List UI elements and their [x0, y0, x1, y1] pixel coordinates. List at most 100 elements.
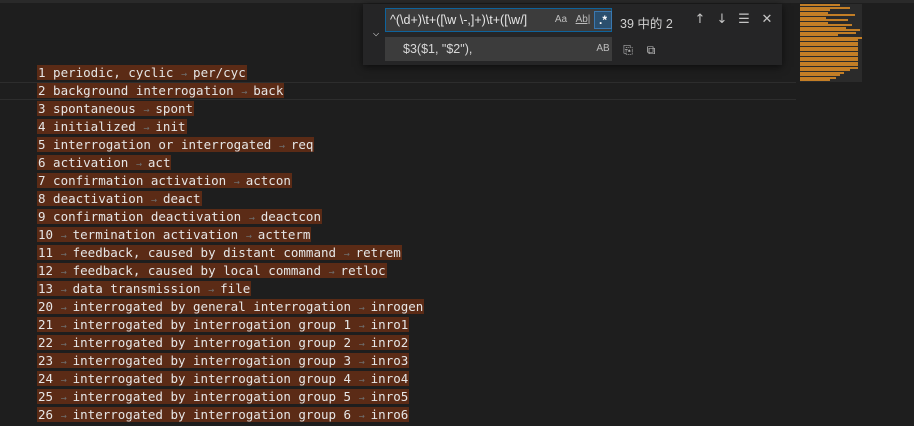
code-token: interrogated by interrogation group 2 [72, 335, 359, 350]
code-line[interactable]: 11 → feedback, caused by distant command… [37, 244, 424, 262]
code-line[interactable]: 20 → interrogated by general interrogati… [37, 298, 425, 316]
search-match-highlight: 7 confirmation activation → actcon [37, 173, 292, 188]
code-token: retloc [340, 263, 386, 278]
tab-arrow-icon: → [60, 267, 73, 278]
tab-arrow-icon: → [278, 141, 291, 152]
tab-arrow-icon: → [248, 213, 261, 224]
tab-arrow-icon: → [60, 303, 73, 314]
code-token: 7 confirmation activation [38, 173, 234, 188]
code-token: termination activation [72, 227, 246, 242]
match-case-toggle[interactable]: Aa [551, 12, 571, 28]
tab-arrow-icon: → [358, 357, 371, 368]
editor-text-area[interactable]: 1 periodic, cyclic → per/cyc 2 background… [0, 64, 797, 424]
tab-arrow-icon: → [343, 249, 356, 260]
code-line[interactable]: 23 → interrogated by interrogation group… [37, 352, 424, 370]
arrow-up-icon[interactable]: ↑ [691, 11, 709, 29]
code-token: 6 activation [38, 155, 136, 170]
line-number: 19 [0, 388, 16, 406]
code-line[interactable]: 8 deactivation → deact [37, 190, 424, 208]
line-number: 15 [0, 316, 16, 334]
search-match-highlight: 24 → interrogated by interrogation group… [37, 371, 410, 386]
search-match-highlight: 21 → interrogated by interrogation group… [37, 317, 410, 332]
code-line[interactable]: 9 confirmation deactivation → deactcon [37, 208, 424, 226]
code-line[interactable]: 26 → interrogated by interrogation group… [37, 406, 424, 424]
tab-arrow-icon: → [143, 105, 156, 116]
code-token: 3 spontaneous [38, 101, 144, 116]
tab-arrow-icon: → [143, 123, 156, 134]
line-number: 4 [0, 118, 16, 136]
arrow-down-icon[interactable]: ↓ [713, 11, 731, 29]
search-match-highlight: 12 → feedback, caused by local command →… [37, 263, 387, 278]
code-line[interactable]: 4 initialized → init [37, 118, 424, 136]
tab-arrow-icon: → [358, 339, 371, 350]
line-number: 12 [0, 262, 16, 280]
tab-arrow-icon: → [328, 267, 341, 278]
tab-arrow-icon: → [358, 393, 371, 404]
find-input[interactable]: ^(\d+)\t+([\w \-,]+)\t+([\w/] Aa Ab| .* [385, 8, 612, 32]
code-token: deactcon [260, 209, 321, 224]
code-line[interactable]: 21 → interrogated by interrogation group… [37, 316, 424, 334]
line-number: 17 [0, 352, 16, 370]
code-line[interactable]: 25 → interrogated by interrogation group… [37, 388, 424, 406]
code-token: interrogated by interrogation group 5 [72, 389, 359, 404]
search-match-highlight: 10 → termination activation → actterm [37, 227, 312, 242]
close-icon[interactable]: ✕ [758, 11, 776, 29]
code-token: 26 [38, 407, 61, 422]
line-number: 7 [0, 172, 16, 190]
line-number: 10 [0, 226, 16, 244]
code-line[interactable]: 10 → termination activation → actterm [37, 226, 424, 244]
code-line[interactable]: 2 background interrogation → back [0, 82, 797, 100]
code-token: 25 [38, 389, 61, 404]
preserve-case-toggle[interactable]: AB [593, 41, 613, 57]
title-bar-strip [0, 0, 914, 3]
search-match-highlight: 25 → interrogated by interrogation group… [37, 389, 410, 404]
replace-input[interactable]: $3($1, "$2"), AB [385, 37, 612, 61]
minimap-slider[interactable] [800, 4, 862, 82]
code-line[interactable]: 3 spontaneous → spont [37, 100, 424, 118]
tab-arrow-icon: → [241, 87, 254, 98]
code-token: back [253, 83, 284, 98]
code-token: 13 [38, 281, 61, 296]
search-match-highlight: 11 → feedback, caused by distant command… [37, 245, 402, 260]
code-token: 4 initialized [38, 119, 144, 134]
code-token: 22 [38, 335, 61, 350]
find-input-value: ^(\d+)\t+([\w \-,]+)\t+([\w/] [390, 13, 528, 27]
toggle-replace-chevron-icon[interactable]: ⌵ [369, 26, 383, 40]
line-number: 16 [0, 334, 16, 352]
find-in-selection-icon[interactable]: ☰ [735, 11, 753, 29]
code-line[interactable]: 12 → feedback, caused by local command →… [37, 262, 424, 280]
tab-arrow-icon: → [208, 285, 221, 296]
code-line[interactable]: 5 interrogation or interrogated → req [37, 136, 424, 154]
code-token: 11 [38, 245, 61, 260]
code-token: actterm [257, 227, 311, 242]
line-number: 13 [0, 280, 16, 298]
code-token: 12 [38, 263, 61, 278]
replace-input-value: $3($1, "$2"), [403, 42, 473, 56]
regex-toggle[interactable]: .* [594, 11, 612, 29]
code-token: 24 [38, 371, 61, 386]
code-line[interactable]: 13 → data transmission → file [37, 280, 424, 298]
tab-arrow-icon: → [358, 411, 371, 422]
search-match-highlight: 1 periodic, cyclic → per/cyc [37, 65, 247, 80]
search-match-highlight: 23 → interrogated by interrogation group… [37, 353, 410, 368]
tab-arrow-icon: → [60, 375, 73, 386]
code-token: init [155, 119, 186, 134]
line-number: 3 [0, 100, 16, 118]
replace-icon[interactable]: ⎘ [619, 42, 637, 58]
code-line[interactable]: 1 periodic, cyclic → per/cyc [37, 64, 424, 82]
code-token: feedback, caused by distant command [72, 245, 344, 260]
code-token: 2 background interrogation [38, 83, 242, 98]
code-token: interrogated by interrogation group 4 [72, 371, 359, 386]
code-line[interactable]: 7 confirmation activation → actcon [37, 172, 424, 190]
code-line[interactable]: 24 → interrogated by interrogation group… [37, 370, 424, 388]
whole-word-toggle[interactable]: Ab| [573, 12, 593, 28]
line-number: 6 [0, 154, 16, 172]
replace-all-icon[interactable]: ⧉ [642, 42, 660, 58]
code-token: 8 deactivation [38, 191, 151, 206]
code-line[interactable]: 6 activation → act [37, 154, 424, 172]
code-token: interrogated by interrogation group 3 [72, 353, 359, 368]
code-line[interactable]: 22 → interrogated by interrogation group… [37, 334, 424, 352]
search-match-highlight: 9 confirmation deactivation → deactcon [37, 209, 322, 224]
search-match-highlight: 13 → data transmission → file [37, 281, 252, 296]
search-match-highlight: 6 activation → act [37, 155, 172, 170]
